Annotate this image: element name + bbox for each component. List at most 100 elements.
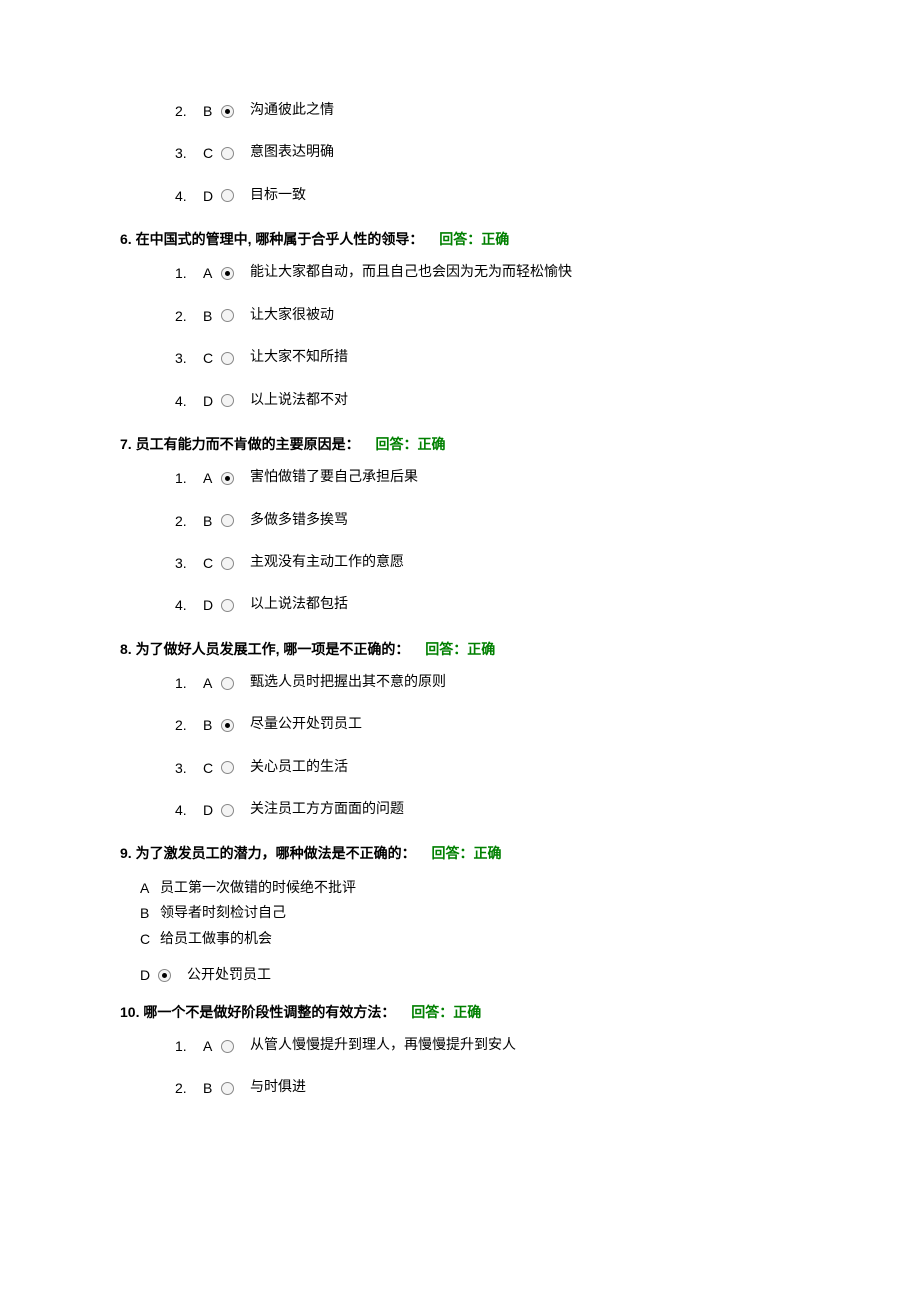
option-text: 让大家很被动 <box>250 305 334 327</box>
option-letter: B <box>203 510 221 532</box>
option-number: 1. <box>175 467 195 489</box>
option-row: 2. B 让大家很被动 <box>0 305 920 327</box>
option-letter: A <box>203 467 221 489</box>
option-row: 2. B 与时俱进 <box>0 1077 920 1099</box>
option-row: A 员工第一次做错的时候绝不批评 <box>140 877 920 901</box>
question-header: 7. 员工有能力而不肯做的主要原因是： 回答：正确 <box>0 432 920 457</box>
option-number: 4. <box>175 594 195 616</box>
option-text: 关心员工的生活 <box>250 757 348 779</box>
question-number: 10. <box>120 1004 139 1020</box>
option-letter: B <box>203 1077 221 1099</box>
option-number: 1. <box>175 1035 195 1057</box>
question-5-partial: 2. B 沟通彼此之情 3. C 意图表达明确 4. D 目标一致 <box>0 100 920 207</box>
option-letter: A <box>140 877 158 901</box>
radio-icon[interactable] <box>221 719 234 732</box>
question-number: 6. <box>120 231 132 247</box>
option-row: 3. C 主观没有主动工作的意愿 <box>0 552 920 574</box>
radio-icon[interactable] <box>221 599 234 612</box>
option-text: 给员工做事的机会 <box>160 928 272 952</box>
option-row: C 给员工做事的机会 <box>140 928 920 952</box>
option-letter: B <box>203 714 221 736</box>
option-letter: A <box>203 262 221 284</box>
option-number: 4. <box>175 390 195 412</box>
question-number: 8. <box>120 641 132 657</box>
radio-icon[interactable] <box>221 352 234 365</box>
option-number: 4. <box>175 185 195 207</box>
option-text: 甄选人员时把握出其不意的原则 <box>250 672 446 694</box>
option-number: 3. <box>175 757 195 779</box>
radio-icon[interactable] <box>221 804 234 817</box>
option-text: 主观没有主动工作的意愿 <box>250 552 404 574</box>
option-letter: B <box>140 902 158 926</box>
option-text: 以上说法都不对 <box>250 390 348 412</box>
option-letter: D <box>140 964 158 988</box>
option-text: 害怕做错了要自己承担后果 <box>250 467 418 489</box>
feedback-label: 回答：正确 <box>431 845 501 861</box>
option-row: 1. A 害怕做错了要自己承担后果 <box>0 467 920 489</box>
question-6: 6. 在中国式的管理中, 哪种属于合乎人性的领导： 回答：正确 1. A 能让大… <box>0 227 920 412</box>
option-text: 关注员工方方面面的问题 <box>250 799 404 821</box>
feedback-label: 回答：正确 <box>375 436 445 452</box>
option-row: 1. A 能让大家都自动，而且自己也会因为无为而轻松愉快 <box>0 262 920 284</box>
radio-icon[interactable] <box>221 761 234 774</box>
radio-icon[interactable] <box>221 267 234 280</box>
question-number: 7. <box>120 436 132 452</box>
option-letter: C <box>203 552 221 574</box>
radio-icon[interactable] <box>221 105 234 118</box>
radio-icon[interactable] <box>221 1040 234 1053</box>
option-number: 2. <box>175 510 195 532</box>
question-header: 6. 在中国式的管理中, 哪种属于合乎人性的领导： 回答：正确 <box>0 227 920 252</box>
option-text: 能让大家都自动，而且自己也会因为无为而轻松愉快 <box>250 262 572 284</box>
radio-icon[interactable] <box>221 189 234 202</box>
option-row: 1. A 从管人慢慢提升到理人，再慢慢提升到安人 <box>0 1035 920 1057</box>
question-text: 员工有能力而不肯做的主要原因是： <box>136 436 360 452</box>
question-text: 为了激发员工的潜力，哪种做法是不正确的： <box>136 845 416 861</box>
option-number: 3. <box>175 142 195 164</box>
option-row: 3. C 关心员工的生活 <box>0 757 920 779</box>
option-row: 3. C 意图表达明确 <box>0 142 920 164</box>
feedback-label: 回答：正确 <box>411 1004 481 1020</box>
radio-icon[interactable] <box>221 514 234 527</box>
option-number: 3. <box>175 552 195 574</box>
option-row: D 公开处罚员工 <box>140 964 920 988</box>
option-letter: D <box>203 185 221 207</box>
radio-icon[interactable] <box>158 969 171 982</box>
option-number: 1. <box>175 262 195 284</box>
option-number: 4. <box>175 799 195 821</box>
question-9: 9. 为了激发员工的潜力，哪种做法是不正确的： 回答：正确 A 员工第一次做错的… <box>0 841 920 987</box>
option-letter: D <box>203 594 221 616</box>
radio-icon[interactable] <box>221 557 234 570</box>
radio-icon[interactable] <box>221 677 234 690</box>
option-number: 1. <box>175 672 195 694</box>
option-text: 沟通彼此之情 <box>250 100 334 122</box>
question-10: 10. 哪一个不是做好阶段性调整的有效方法： 回答：正确 1. A 从管人慢慢提… <box>0 1000 920 1100</box>
option-text: 从管人慢慢提升到理人，再慢慢提升到安人 <box>250 1035 516 1057</box>
option-letter: B <box>203 100 221 122</box>
option-row: B 领导者时刻检讨自己 <box>140 902 920 926</box>
radio-icon[interactable] <box>221 309 234 322</box>
option-number: 2. <box>175 305 195 327</box>
question-8: 8. 为了做好人员发展工作, 哪一项是不正确的： 回答：正确 1. A 甄选人员… <box>0 637 920 822</box>
question-text: 哪一个不是做好阶段性调整的有效方法： <box>143 1004 395 1020</box>
option-text: 尽量公开处罚员工 <box>250 714 362 736</box>
radio-icon[interactable] <box>221 472 234 485</box>
question-header: 9. 为了激发员工的潜力，哪种做法是不正确的： 回答：正确 <box>0 841 920 866</box>
option-text: 多做多错多挨骂 <box>250 510 348 532</box>
question-text: 在中国式的管理中, 哪种属于合乎人性的领导： <box>136 231 424 247</box>
option-number: 2. <box>175 714 195 736</box>
radio-icon[interactable] <box>221 1082 234 1095</box>
feedback-label: 回答：正确 <box>425 641 495 657</box>
option-row: 1. A 甄选人员时把握出其不意的原则 <box>0 672 920 694</box>
option-letter: C <box>140 928 158 952</box>
option-letter: D <box>203 390 221 412</box>
option-row: 2. B 沟通彼此之情 <box>0 100 920 122</box>
option-number: 2. <box>175 1077 195 1099</box>
radio-icon[interactable] <box>221 147 234 160</box>
option-row: 4. D 以上说法都包括 <box>0 594 920 616</box>
option-letter: A <box>203 672 221 694</box>
option-row: 3. C 让大家不知所措 <box>0 347 920 369</box>
option-text: 公开处罚员工 <box>187 964 271 988</box>
question-text: 为了做好人员发展工作, 哪一项是不正确的： <box>136 641 410 657</box>
radio-icon[interactable] <box>221 394 234 407</box>
option-row: 4. D 目标一致 <box>0 185 920 207</box>
